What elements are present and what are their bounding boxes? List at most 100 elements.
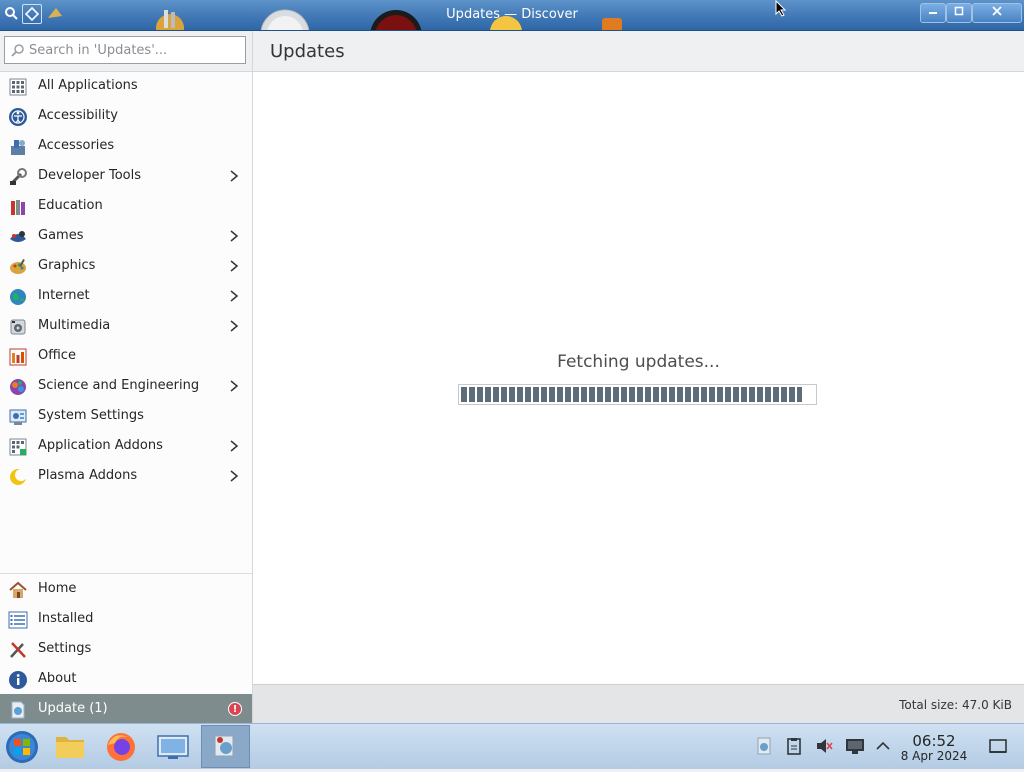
mouse-cursor-icon [775, 0, 787, 17]
chevron-right-icon [230, 290, 239, 302]
start-menu-icon [6, 731, 38, 763]
maximize-icon [954, 6, 964, 16]
settings-tools-icon [10, 642, 26, 658]
nav-item-about[interactable]: About [0, 664, 252, 694]
sidebar-item-accessories[interactable]: Accessories [0, 131, 252, 161]
home-icon [9, 581, 27, 598]
sidebar-item-education[interactable]: Education [0, 191, 252, 221]
sidebar-item-application-addons[interactable]: Application Addons [0, 431, 252, 461]
taskbar-discover[interactable] [201, 725, 250, 768]
minimize-icon [929, 12, 937, 14]
sidebar-item-accessibility[interactable]: Accessibility [0, 101, 252, 131]
taskbar: 06:52 8 Apr 2024 [0, 723, 1024, 769]
internet-icon [10, 289, 26, 305]
maximize-button[interactable] [946, 3, 972, 23]
sidebar-item-label: Games [38, 228, 84, 243]
page-title: Updates [270, 41, 345, 62]
show-desktop-icon[interactable] [989, 737, 1007, 755]
education-icon [11, 200, 25, 215]
sidebar-item-games[interactable]: Games [0, 221, 252, 251]
sidebar-item-graphics[interactable]: Graphics [0, 251, 252, 281]
sidebar-item-label: Graphics [38, 258, 96, 273]
discover-icon [214, 735, 234, 757]
close-icon [992, 6, 1002, 16]
chevron-right-icon [230, 320, 239, 332]
chevron-up-icon[interactable] [874, 737, 892, 755]
nav-item-settings[interactable]: Settings [0, 634, 252, 664]
firefox-icon [107, 733, 135, 761]
games-icon [10, 231, 26, 242]
display-icon[interactable] [845, 737, 865, 755]
nav-label: About [38, 671, 77, 686]
progress-fill [461, 387, 802, 402]
science-icon [10, 379, 26, 395]
main-content: Fetching updates... [253, 72, 1024, 684]
installed-list-icon [8, 611, 28, 629]
file-manager-icon [56, 737, 84, 758]
plasma-addons-icon [10, 469, 27, 485]
nav-item-update[interactable]: Update (1) ! [0, 694, 252, 724]
volume-muted-icon[interactable] [815, 737, 833, 755]
sidebar-item-developer-tools[interactable]: Developer Tools [0, 161, 252, 191]
sidebar-item-office[interactable]: Office [0, 341, 252, 371]
application-addons-icon [9, 438, 27, 456]
window-titlebar[interactable]: Updates — Discover [0, 0, 1024, 31]
sidebar-item-label: Internet [38, 288, 90, 303]
developer-tools-icon [9, 168, 27, 186]
nav-label: Home [38, 581, 77, 596]
sidebar-item-plasma-addons[interactable]: Plasma Addons [0, 461, 252, 491]
sidebar-item-label: System Settings [38, 408, 144, 423]
sidebar-item-system-settings[interactable]: System Settings [0, 401, 252, 431]
about-info-icon [9, 671, 27, 689]
graphics-icon [10, 259, 26, 274]
chevron-right-icon [230, 230, 239, 242]
update-icon [11, 701, 25, 719]
sidebar: All Applications Accessibility Accessories… [0, 31, 253, 724]
search-icon [11, 44, 24, 57]
sidebar-item-science-and-engineering[interactable]: Science and Engineering [0, 371, 252, 401]
chevron-right-icon [230, 170, 239, 182]
sidebar-item-label: Plasma Addons [38, 468, 138, 483]
discover-notifier-icon[interactable] [755, 737, 773, 755]
search-input[interactable] [29, 37, 239, 63]
accessibility-icon [9, 108, 27, 126]
chevron-right-icon [230, 440, 239, 452]
minimize-button[interactable] [920, 3, 946, 23]
nav-label: Installed [38, 611, 94, 626]
sidebar-item-label: Science and Engineering [38, 378, 200, 393]
window-title: Updates — Discover [446, 7, 578, 22]
sidebar-item-label: Multimedia [38, 318, 111, 333]
sidebar-item-multimedia[interactable]: Multimedia [0, 311, 252, 341]
sidebar-item-label: Accessibility [38, 108, 118, 123]
sidebar-item-label: All Applications [38, 78, 138, 93]
chevron-right-icon [230, 380, 239, 392]
sidebar-item-label: Office [38, 348, 76, 363]
nav-item-home[interactable]: Home [0, 574, 252, 604]
search-bar [0, 31, 252, 72]
footer-bar: Total size: 47.0 KiB [253, 684, 1024, 723]
system-monitor-icon [157, 735, 189, 759]
total-size-label: Total size: 47.0 KiB [899, 698, 1012, 712]
taskbar-firefox[interactable] [98, 725, 144, 768]
chevron-right-icon [230, 260, 239, 272]
progress-bar [458, 384, 817, 405]
nav-item-installed[interactable]: Installed [0, 604, 252, 634]
office-icon [9, 348, 27, 366]
sidebar-item-internet[interactable]: Internet [0, 281, 252, 311]
search-box[interactable] [4, 36, 246, 64]
all-applications-icon [9, 78, 27, 96]
clipboard-icon[interactable] [785, 737, 803, 755]
sidebar-item-label: Developer Tools [38, 168, 142, 183]
sidebar-item-label: Education [38, 198, 103, 213]
chevron-right-icon [230, 470, 239, 482]
clock-date[interactable]: 8 Apr 2024 [898, 749, 970, 763]
taskbar-file-manager[interactable] [47, 725, 93, 768]
nav-label: Update (1) [38, 701, 108, 716]
start-menu-button[interactable] [0, 725, 46, 768]
clock-time[interactable]: 06:52 [902, 732, 966, 750]
status-text: Fetching updates... [557, 352, 720, 372]
main-header: Updates [253, 31, 1024, 72]
taskbar-system-monitor[interactable] [150, 725, 196, 768]
close-button[interactable] [972, 3, 1022, 23]
sidebar-item-all-applications[interactable]: All Applications [0, 71, 252, 101]
